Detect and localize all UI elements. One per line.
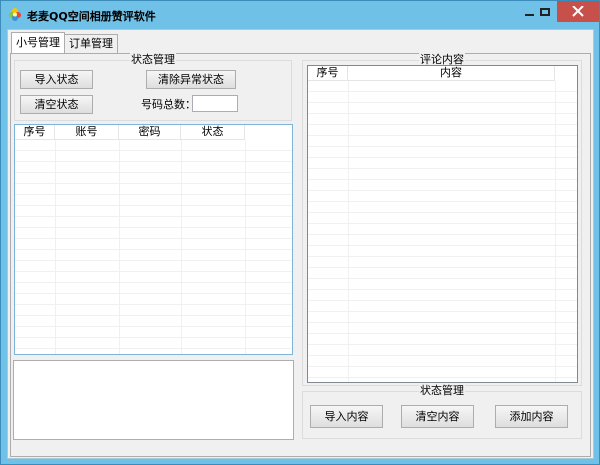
app-flower-icon [9, 8, 21, 21]
column-header-content[interactable]: 内容 [348, 66, 555, 81]
window-title: 老麦QQ空间相册赞评软件 [27, 10, 156, 23]
account-tab-panel: 状态管理 导入状态 清除异常状态 清空状态 号码总数： 序号 账号 密码 状态 [10, 53, 591, 457]
comment-list[interactable]: 序号 内容 [307, 65, 578, 383]
clear-content-button[interactable]: 清空内容 [401, 405, 474, 428]
account-list-body [15, 140, 292, 354]
content-actions-group-title: 状态管理 [419, 384, 465, 397]
close-icon [572, 6, 584, 17]
close-button[interactable] [557, 1, 599, 22]
column-header-index[interactable]: 序号 [15, 125, 55, 140]
comment-list-header: 序号 内容 [308, 66, 555, 81]
comment-group: 评论内容 序号 内容 [302, 53, 582, 386]
maximize-icon [540, 7, 550, 16]
tab-account-management[interactable]: 小号管理 [11, 32, 65, 53]
tab-strip: 小号管理 订单管理 [11, 32, 118, 54]
column-header-account[interactable]: 账号 [55, 125, 119, 140]
tab-order-management[interactable]: 订单管理 [64, 34, 118, 53]
account-list[interactable]: 序号 账号 密码 状态 [14, 124, 293, 355]
column-header-index[interactable]: 序号 [308, 66, 348, 81]
title-bar[interactable]: 老麦QQ空间相册赞评软件 [1, 1, 599, 29]
total-count-label: 号码总数： [141, 98, 196, 111]
status-group: 状态管理 导入状态 清除异常状态 清空状态 号码总数： [14, 53, 292, 121]
log-output[interactable] [13, 360, 294, 440]
main-window: 老麦QQ空间相册赞评软件 小号管理 订单管理 状态管理 导入状态 清除异常状态 … [0, 0, 600, 465]
clear-status-button[interactable]: 清空状态 [20, 95, 93, 114]
total-count-field[interactable] [192, 95, 238, 112]
import-content-button[interactable]: 导入内容 [310, 405, 383, 428]
account-list-header: 序号 账号 密码 状态 [15, 125, 245, 140]
clear-abnormal-status-button[interactable]: 清除异常状态 [146, 70, 236, 89]
column-header-password[interactable]: 密码 [119, 125, 181, 140]
client-area: 小号管理 订单管理 状态管理 导入状态 清除异常状态 清空状态 号码总数： 序号… [7, 29, 594, 459]
maximize-button[interactable] [532, 1, 558, 22]
column-header-status[interactable]: 状态 [181, 125, 245, 140]
import-status-button[interactable]: 导入状态 [20, 70, 93, 89]
status-group-title: 状态管理 [130, 53, 176, 66]
content-actions-group: 状态管理 导入内容 清空内容 添加内容 [302, 384, 582, 439]
add-content-button[interactable]: 添加内容 [495, 405, 568, 428]
